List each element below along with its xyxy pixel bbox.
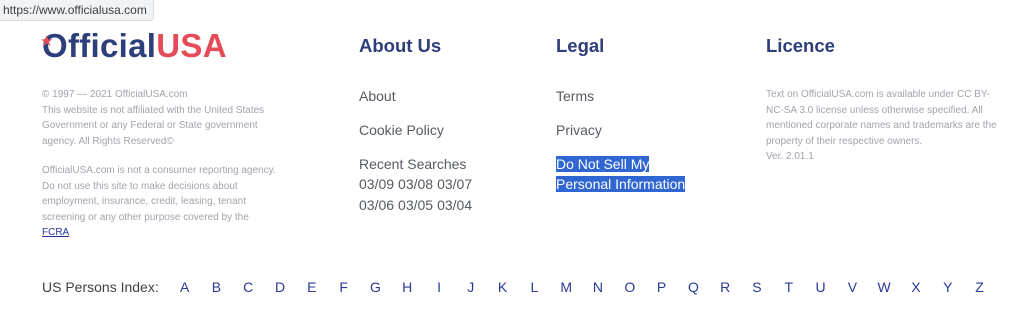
index-letter-link[interactable]: W [868,279,900,295]
recent-searches-dates: 03/09 03/08 03/07 03/06 03/05 03/04 [359,174,489,216]
do-not-sell-line1: Do Not Sell My [556,156,650,172]
index-letter-link[interactable]: Q [677,279,709,295]
privacy-link[interactable]: Privacy [556,120,602,140]
disclaimer-text: OfficialUSA.com is not a consumer report… [42,165,276,223]
letter-list: A B C D E F G H I J K L M N O P Q R S T … [169,279,996,295]
index-letter-link[interactable]: I [423,279,455,295]
index-letter-link[interactable]: R [709,279,741,295]
recent-date-link[interactable]: 03/04 [437,197,472,213]
do-not-sell-link[interactable]: Do Not Sell My Personal Information [556,154,686,194]
index-letter-link[interactable]: K [487,279,519,295]
recent-date-link[interactable]: 03/05 [398,197,433,213]
index-letter-link[interactable]: B [201,279,233,295]
index-letter-link[interactable]: T [773,279,805,295]
index-letter-link[interactable]: N [582,279,614,295]
index-letter-link[interactable]: C [232,279,264,295]
officialusa-logo[interactable]: O ★ fficialUSA [40,27,227,64]
recent-date-link[interactable]: 03/06 [359,197,394,213]
index-letter-link[interactable]: G [360,279,392,295]
licence-block: Text on OfficialUSA.com is available und… [766,87,998,165]
licence-heading: Licence [766,35,835,56]
logo-official-text: fficial [67,27,157,64]
index-letter-link[interactable]: P [646,279,678,295]
affiliation-text: This website is not affiliated with the … [42,104,265,147]
index-letter-link[interactable]: D [264,279,296,295]
index-letter-link[interactable]: O [614,279,646,295]
index-letter-link[interactable]: U [805,279,837,295]
version-text: Ver. 2.01.1 [766,151,814,162]
url-tooltip: https://www.officialusa.com [0,0,154,21]
index-letter-link[interactable]: Z [964,279,996,295]
copyright-text: © 1997 — 2021 OfficialUSA.com [42,89,188,100]
index-letter-link[interactable]: X [900,279,932,295]
persons-index: US Persons Index: A B C D E F G H I J K … [42,277,995,297]
terms-link[interactable]: Terms [556,86,594,106]
index-letter-link[interactable]: F [328,279,360,295]
recent-date-link[interactable]: 03/07 [437,176,472,192]
star-icon: ★ [40,33,54,50]
index-letter-link[interactable]: S [741,279,773,295]
about-link[interactable]: About [359,86,396,106]
do-not-sell-line2: Personal Information [556,176,686,192]
logo-o-star: O ★ [40,28,68,64]
logo-usa-text: USA [156,27,227,64]
legal-heading: Legal [556,35,605,56]
recent-date-link[interactable]: 03/08 [398,176,433,192]
persons-index-label: US Persons Index: [42,279,159,295]
fcra-link[interactable]: FCRA [42,227,69,238]
about-us-heading: About Us [359,35,442,56]
index-letter-link[interactable]: A [169,279,201,295]
index-letter-link[interactable]: M [550,279,582,295]
index-letter-link[interactable]: J [455,279,487,295]
index-letter-link[interactable]: Y [932,279,964,295]
index-letter-link[interactable]: E [296,279,328,295]
index-letter-link[interactable]: L [519,279,551,295]
index-letter-link[interactable]: H [391,279,423,295]
disclaimer-block: OfficialUSA.com is not a consumer report… [42,163,276,241]
index-letter-link[interactable]: V [836,279,868,295]
recent-searches-title: Recent Searches [359,156,467,172]
cookie-policy-link[interactable]: Cookie Policy [359,120,444,140]
recent-date-link[interactable]: 03/09 [359,176,394,192]
copyright-block: © 1997 — 2021 OfficialUSA.com This websi… [42,87,276,149]
licence-text: Text on OfficialUSA.com is available und… [766,89,997,147]
